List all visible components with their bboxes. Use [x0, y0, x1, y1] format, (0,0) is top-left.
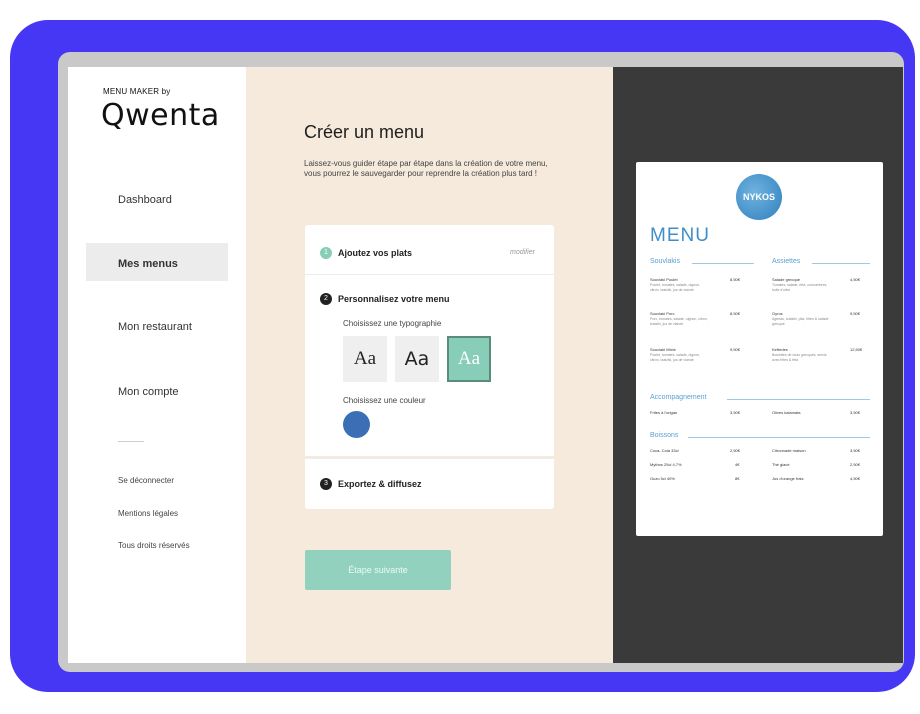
typography-label: Choisissez une typographie — [343, 319, 442, 328]
menu-item-desc: Porc, tomates, salade, oignon, citron, t… — [650, 317, 708, 326]
color-label: Choisissez une couleur — [343, 396, 426, 405]
menu-item-price: 4€ — [735, 462, 740, 467]
menu-item-desc: Agneau, tzatziki, pita, frites & salade … — [772, 317, 829, 326]
font-option-sans[interactable]: Aa — [395, 336, 439, 382]
menu-item-price: 3,50€ — [850, 448, 861, 453]
page-description: Laissez-vous guider étape par étape dans… — [304, 159, 548, 178]
menu-section-heading: Accompagnement — [650, 394, 707, 401]
menu-item-name: Jus d'orange frais — [772, 476, 804, 481]
menu-item-name: Citronnade maison — [772, 448, 806, 453]
brand-logo[interactable]: Qwenta — [101, 98, 220, 133]
sidebar-item-mes-menus[interactable]: Mes menus — [118, 258, 178, 270]
menu-item-name: Frites à l'origan — [650, 410, 678, 415]
menu-item-name: Thé glacé — [772, 462, 790, 467]
restaurant-logo: NYKOS — [736, 174, 782, 220]
step-divider — [305, 274, 554, 275]
menu-section-heading: Assiettes — [772, 258, 801, 265]
menu-item-price: 2,50€ — [850, 462, 861, 467]
font-option-serif[interactable]: Aa — [343, 336, 387, 382]
menu-item-price: 3,50€ — [850, 410, 861, 415]
menu-item-desc: Boulettes de veau grecques, servis avec … — [772, 353, 827, 362]
menu-item-name: Souvlaki Poulet — [650, 277, 678, 282]
page-title: Créer un menu — [304, 122, 425, 142]
step-2-label[interactable]: Personnalisez votre menu — [338, 294, 450, 304]
menu-section-heading: Boissons — [650, 432, 679, 439]
step-1-edit-link[interactable]: modifier — [510, 249, 535, 256]
menu-item-price: 8,50€ — [730, 277, 741, 282]
menu-item-price: 9,50€ — [730, 347, 741, 352]
step-2-number-icon: 2 — [320, 293, 332, 305]
menu-item-name: Keftedes — [772, 347, 788, 352]
legal-link[interactable]: Mentions légales — [118, 509, 178, 518]
menu-item-name: Salade grecque — [772, 277, 801, 282]
next-step-button[interactable]: Étape suivante — [305, 550, 451, 590]
menu-title: MENU — [650, 225, 710, 246]
menu-item-price: 3,50€ — [730, 410, 741, 415]
step-3-label[interactable]: Exportez & diffusez — [338, 479, 422, 489]
menu-item-desc: Poulet, tomates, salade, oignon, citron,… — [650, 283, 701, 292]
menu-item-price: 4,50€ — [850, 277, 861, 282]
menu-item-price: 8€ — [735, 476, 740, 481]
font-option-selected[interactable]: Aa — [447, 336, 491, 382]
menu-section-rule — [688, 437, 870, 438]
sidebar — [68, 67, 246, 663]
menu-item-price: 4,50€ — [850, 476, 861, 481]
sidebar-item-mon-compte[interactable]: Mon compte — [118, 386, 179, 398]
menu-item-desc: Poulet, tomates, salade, oignon, citron,… — [650, 353, 701, 362]
color-swatch[interactable] — [343, 411, 370, 438]
menu-item-name: Mythos 25cl 4,7% — [650, 462, 682, 467]
menu-item-price: 12,50€ — [850, 347, 863, 352]
menu-item-price: 8,50€ — [730, 311, 741, 316]
sidebar-item-mon-restaurant[interactable]: Mon restaurant — [118, 321, 192, 333]
menu-item-name: Ouzo 5cl 40% — [650, 476, 675, 481]
menu-section-rule — [727, 399, 870, 400]
step-1-check-icon: 1 — [320, 247, 332, 259]
sidebar-item-dashboard[interactable]: Dashboard — [118, 194, 172, 206]
menu-item-desc: Tomates, salade, feta, concombres, huile… — [772, 283, 828, 292]
brand-tagline: MENU MAKER by — [103, 87, 171, 96]
menu-item-name: Souvlaki Porc — [650, 311, 675, 316]
menu-section-rule — [692, 263, 754, 264]
logout-link[interactable]: Se déconnecter — [118, 476, 174, 485]
step-3-number-icon: 3 — [320, 478, 332, 490]
menu-item-name: Coca- Cola 33cl — [650, 448, 679, 453]
menu-item-name: Gyros — [772, 311, 783, 316]
step-1-label[interactable]: Ajoutez vos plats — [338, 248, 412, 258]
menu-section-rule — [812, 263, 870, 264]
menu-item-price: 2,50€ — [730, 448, 741, 453]
menu-item-name: Olives kalamata — [772, 410, 801, 415]
menu-item-name: Souvlaki Mixte — [650, 347, 676, 352]
menu-section-heading: Souvlakis — [650, 258, 680, 265]
sidebar-divider — [118, 441, 144, 442]
step-divider — [305, 456, 554, 459]
menu-item-price: 9,50€ — [850, 311, 861, 316]
rights-link[interactable]: Tous droits réservés — [118, 541, 190, 550]
